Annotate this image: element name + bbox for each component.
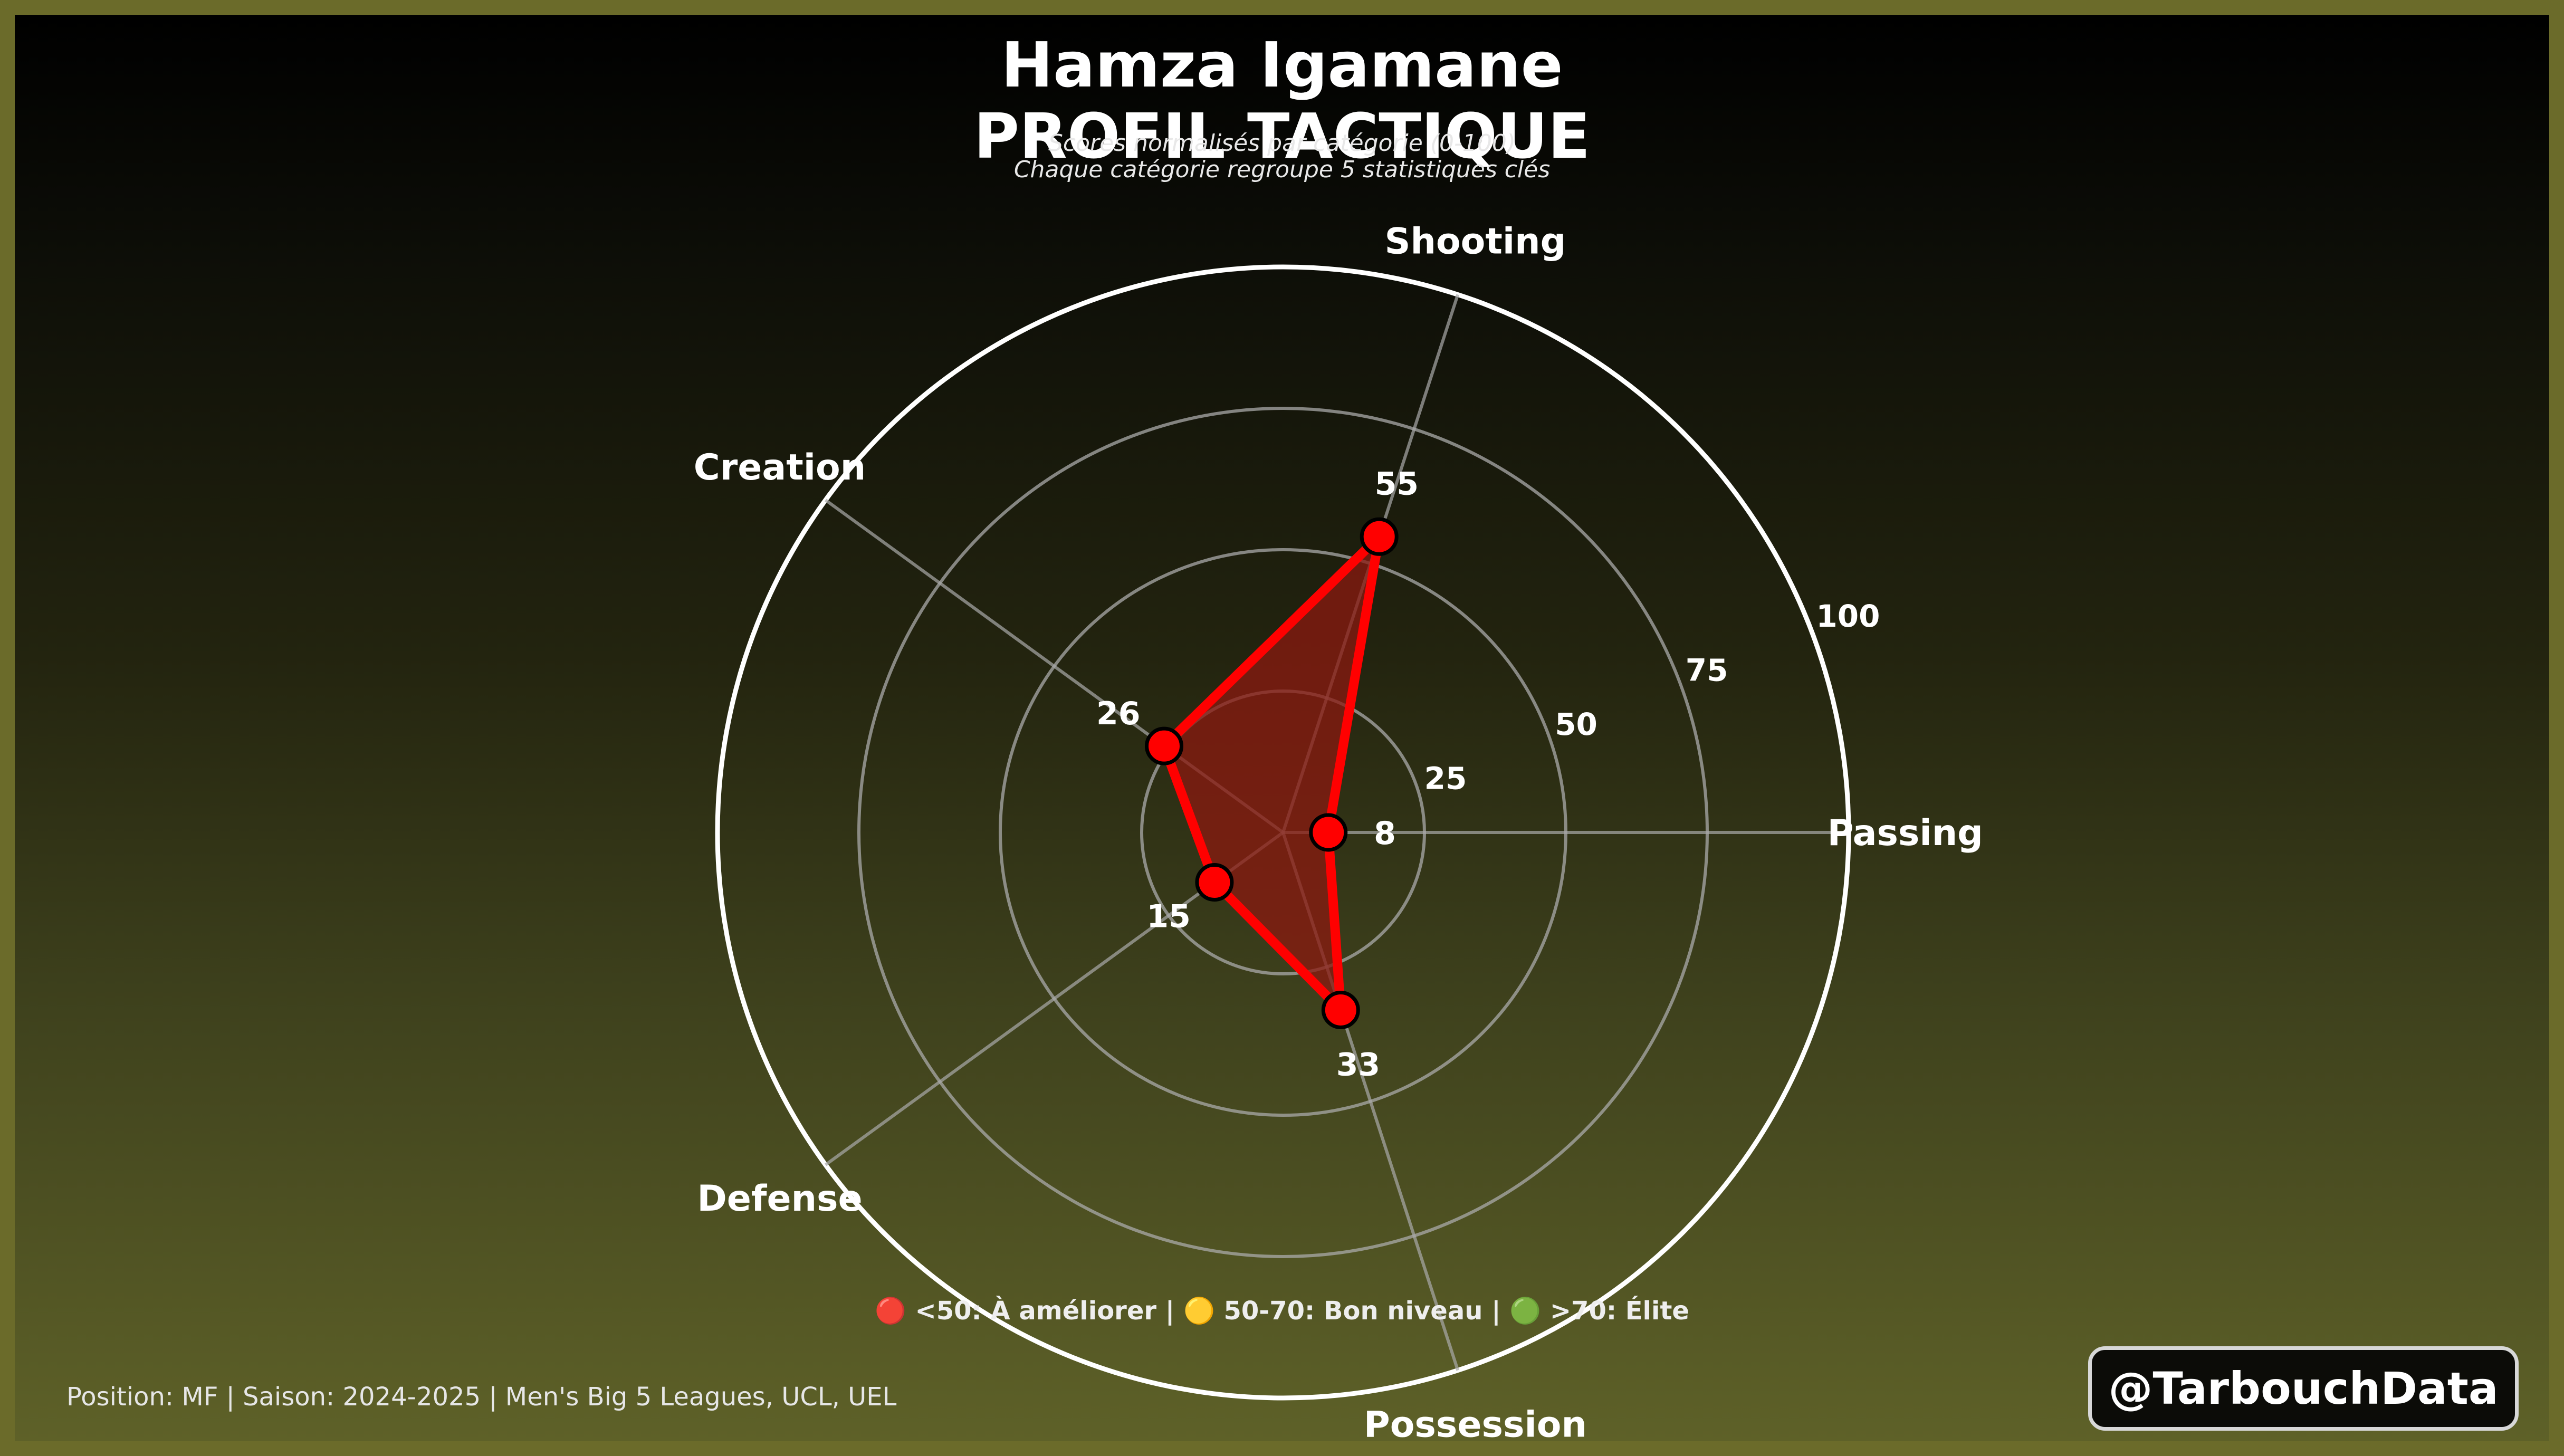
level-legend: 🔴 <50: À améliorer | 🟡 50-70: Bon niveau… — [875, 1296, 1689, 1326]
radar-chart: 25 50 75 100 8 55 26 15 33 Passing Shooting Creatio… — [694, 221, 1983, 1446]
data-label-defense: 15 — [1146, 898, 1191, 935]
radial-tick-label: 50 — [1555, 706, 1597, 742]
series-area — [1159, 532, 1384, 1015]
data-point-passing — [1309, 813, 1348, 852]
radial-tick-label: 75 — [1686, 652, 1728, 688]
data-label-creation: 26 — [1096, 695, 1141, 732]
data-point-possession — [1321, 990, 1360, 1029]
footer-info: Position: MF | Saison: 2024-2025 | Men's… — [66, 1382, 897, 1412]
category-label-passing: Passing — [1828, 812, 1983, 854]
data-point-creation — [1145, 726, 1184, 765]
data-point-defense — [1195, 863, 1234, 902]
data-label-passing: 8 — [1374, 815, 1396, 852]
data-point-shooting — [1360, 517, 1399, 556]
brand-handle: @TarbouchData — [2088, 1346, 2519, 1431]
data-label-shooting: 55 — [1375, 465, 1419, 502]
category-label-defense: Defense — [697, 1178, 862, 1220]
data-label-possession: 33 — [1336, 1046, 1381, 1083]
category-label-creation: Creation — [694, 447, 866, 488]
category-label-possession: Possession — [1364, 1404, 1587, 1445]
category-label-shooting: Shooting — [1385, 221, 1566, 263]
radial-tick-label: 100 — [1816, 598, 1880, 634]
radial-tick-label: 25 — [1424, 760, 1467, 796]
